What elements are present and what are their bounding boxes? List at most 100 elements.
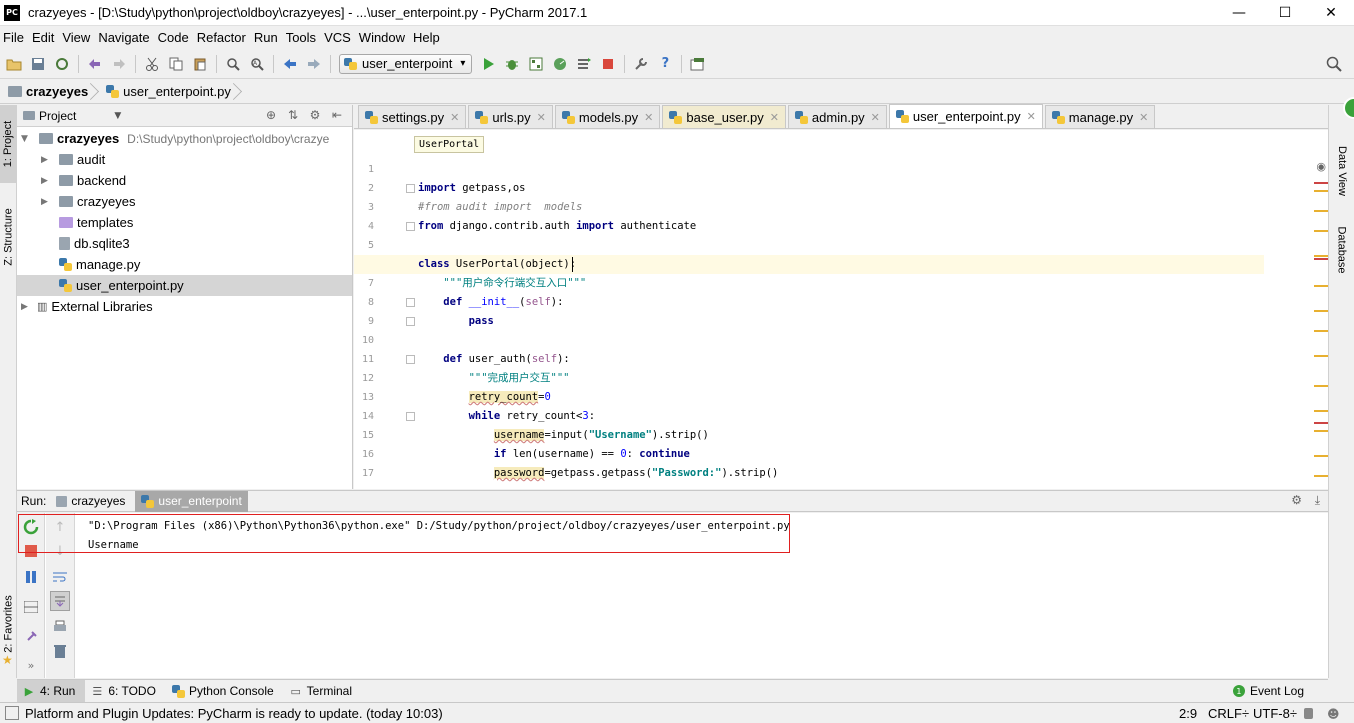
run-tab-crazyeyes[interactable]: crazyeyes — [50, 491, 131, 512]
tab-settings[interactable]: settings.py ✕ — [358, 105, 467, 128]
search-icon[interactable] — [1323, 53, 1345, 75]
tab-manage[interactable]: manage.py ✕ — [1044, 105, 1156, 128]
tab-admin[interactable]: admin.py ✕ — [787, 105, 887, 128]
code-editor[interactable]: UserPortal 1 2 3 4 5 6 7 8 9 10 11 12 13… — [354, 130, 1328, 489]
lock-icon[interactable] — [1304, 708, 1313, 719]
tree-item-audit[interactable]: ▶ audit — [17, 149, 352, 170]
warning-mark[interactable] — [1314, 190, 1328, 192]
line-separator[interactable]: CRLF÷ — [1208, 706, 1249, 721]
concurrency-icon[interactable] — [573, 53, 595, 75]
menu-tools[interactable]: Tools — [283, 30, 321, 45]
warning-mark[interactable] — [1314, 230, 1328, 232]
tool-tab-event-log[interactable]: 1 Event Log — [1227, 680, 1314, 702]
menu-refactor[interactable]: Refactor — [194, 30, 251, 45]
tab-urls[interactable]: urls.py ✕ — [468, 105, 553, 128]
error-stripe[interactable] — [1314, 160, 1328, 489]
tool-tab-todo[interactable]: ☰ 6: TODO — [85, 680, 166, 702]
layout-icon[interactable] — [21, 597, 41, 617]
tool-window-toggle-icon[interactable] — [5, 706, 19, 720]
status-message[interactable]: Platform and Plugin Updates: PyCharm is … — [25, 706, 443, 721]
print-icon[interactable] — [50, 617, 70, 637]
run-console[interactable]: » ↑ ↓ "D:\Program Files (x86)\Python\Pyt… — [17, 513, 1328, 678]
run-tab-user-enterpoint[interactable]: user_enterpoint — [135, 490, 248, 512]
warning-mark[interactable] — [1314, 430, 1328, 432]
tool-tab-python-console[interactable]: Python Console — [166, 680, 284, 702]
fold-marker-icon[interactable] — [406, 298, 415, 307]
soft-wrap-icon[interactable] — [50, 567, 70, 587]
cursor-position[interactable]: 2:9 — [1179, 706, 1197, 721]
coverage-icon[interactable] — [525, 53, 547, 75]
expand-arrow-icon[interactable]: ▶ — [21, 302, 33, 312]
fold-marker-icon[interactable] — [406, 317, 415, 326]
collapse-icon[interactable]: ⇅ — [282, 108, 304, 122]
warning-mark[interactable] — [1314, 455, 1328, 457]
chevron-down-icon[interactable]: ▼ — [114, 111, 121, 121]
error-mark[interactable] — [1314, 258, 1328, 260]
open-folder-icon[interactable] — [3, 53, 25, 75]
close-icon[interactable]: ✕ — [871, 111, 880, 124]
paste-icon[interactable] — [189, 53, 211, 75]
console-output[interactable]: "D:\Program Files (x86)\Python\Python36\… — [88, 517, 790, 555]
error-mark[interactable] — [1314, 422, 1328, 424]
tree-item-templates[interactable]: templates — [17, 212, 352, 233]
maximize-button[interactable]: ☐ — [1262, 0, 1308, 26]
run-icon[interactable] — [477, 53, 499, 75]
close-button[interactable]: ✕ — [1308, 0, 1354, 26]
gear-icon[interactable]: ⚙ — [1291, 493, 1302, 507]
menu-code[interactable]: Code — [155, 30, 194, 45]
warning-mark[interactable] — [1314, 210, 1328, 212]
undo-icon[interactable] — [84, 53, 106, 75]
stop-icon[interactable] — [597, 53, 619, 75]
pycharm-plugin-icon[interactable] — [687, 53, 709, 75]
sync-icon[interactable] — [51, 53, 73, 75]
locate-icon[interactable]: ⊕ — [260, 108, 282, 122]
tool-tab-database[interactable]: Database — [1329, 215, 1354, 285]
menu-edit[interactable]: Edit — [29, 30, 59, 45]
tree-item-manage[interactable]: manage.py — [17, 254, 352, 275]
fold-marker-icon[interactable] — [406, 355, 415, 364]
help-icon[interactable]: ? — [654, 53, 676, 75]
close-icon[interactable]: ✕ — [644, 111, 653, 124]
expand-arrow-icon[interactable]: ▼ — [21, 134, 33, 144]
hide-panel-icon[interactable]: ⤓ — [1315, 493, 1320, 508]
tree-item-user-enterpoint[interactable]: user_enterpoint.py — [17, 275, 352, 296]
pin-icon[interactable] — [21, 627, 41, 647]
warning-mark[interactable] — [1314, 310, 1328, 312]
trash-icon[interactable] — [50, 641, 70, 661]
warning-mark[interactable] — [1314, 385, 1328, 387]
redo-icon[interactable] — [108, 53, 130, 75]
tree-item-external-libraries[interactable]: ▶ ▥ External Libraries — [17, 296, 352, 317]
more-icon[interactable]: » — [21, 655, 41, 675]
close-icon[interactable]: ✕ — [770, 111, 779, 124]
warning-mark[interactable] — [1314, 355, 1328, 357]
tab-user-enterpoint[interactable]: user_enterpoint.py ✕ — [888, 104, 1043, 128]
tab-models[interactable]: models.py ✕ — [554, 105, 661, 128]
warning-mark[interactable] — [1314, 285, 1328, 287]
breadcrumb-file[interactable]: user_enterpoint.py — [102, 81, 239, 103]
tool-tab-structure[interactable]: Z: Structure — [0, 191, 17, 283]
menu-window[interactable]: Window — [356, 30, 410, 45]
close-icon[interactable]: ✕ — [1027, 110, 1036, 123]
menu-file[interactable]: File — [0, 30, 29, 45]
tool-tab-run[interactable]: ▶ 4: Run — [17, 680, 86, 702]
warning-mark[interactable] — [1314, 255, 1328, 257]
file-encoding[interactable]: UTF-8÷ — [1253, 706, 1297, 721]
expand-arrow-icon[interactable]: ▶ — [41, 176, 53, 186]
error-mark[interactable] — [1314, 182, 1328, 184]
replace-icon[interactable]: A — [246, 53, 268, 75]
close-icon[interactable]: ✕ — [450, 111, 459, 124]
breadcrumb-project[interactable]: crazyeyes — [4, 81, 96, 103]
expand-arrow-icon[interactable]: ▶ — [41, 155, 53, 165]
scroll-to-end-icon[interactable] — [50, 591, 70, 611]
close-icon[interactable]: ✕ — [537, 111, 546, 124]
run-config-selector[interactable]: user_enterpoint ▾ — [339, 53, 473, 74]
gear-icon[interactable]: ⚙ — [304, 108, 326, 122]
project-view-selector[interactable]: Project — [39, 109, 76, 123]
profile-icon[interactable] — [549, 53, 571, 75]
tree-item-db[interactable]: db.sqlite3 — [17, 233, 352, 254]
menu-run[interactable]: Run — [251, 30, 283, 45]
fold-marker-icon[interactable] — [406, 412, 415, 421]
save-all-icon[interactable] — [27, 53, 49, 75]
warning-mark[interactable] — [1314, 330, 1328, 332]
tab-base-user[interactable]: base_user.py ✕ — [662, 105, 786, 128]
